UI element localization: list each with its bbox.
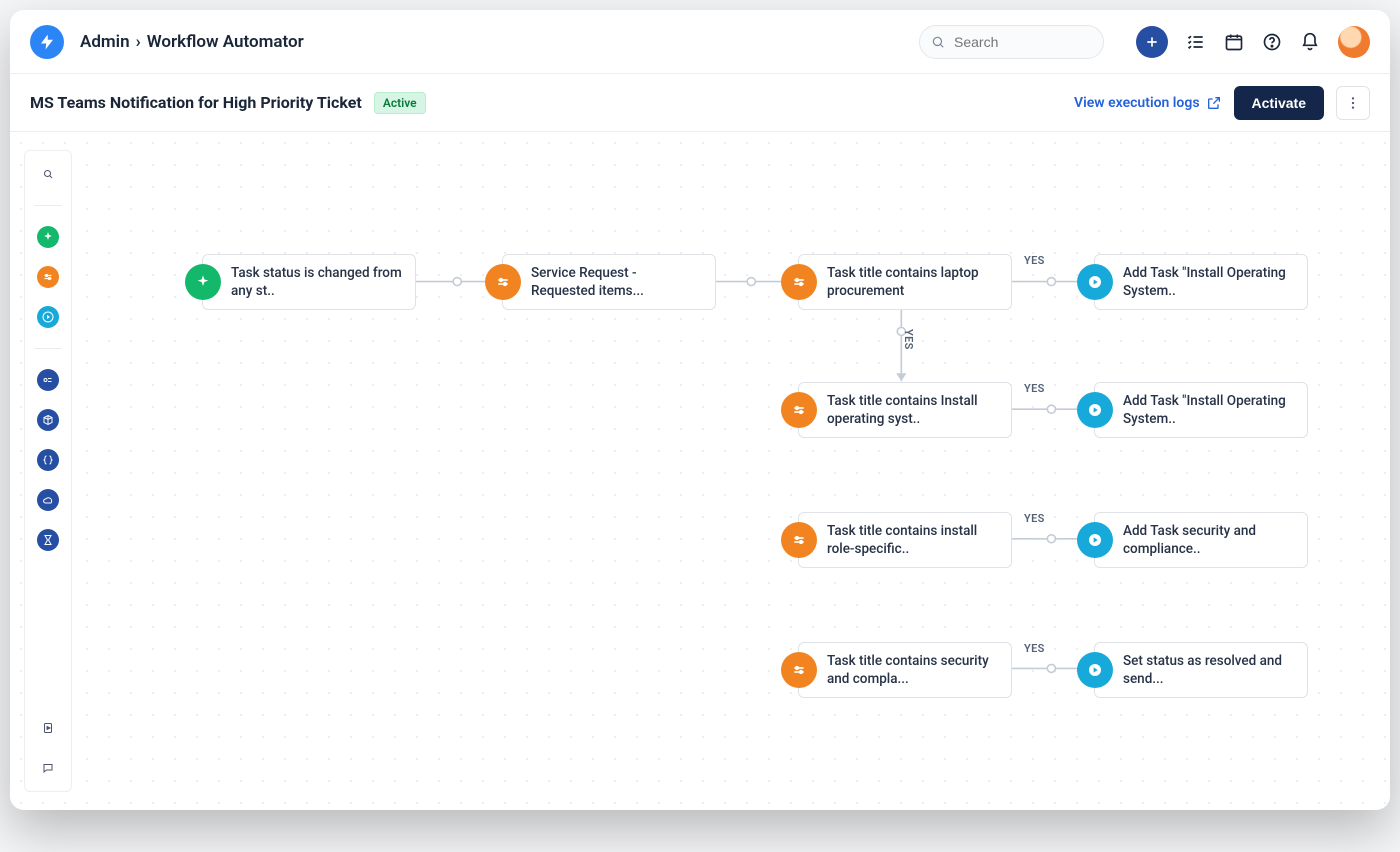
search-input[interactable]	[919, 25, 1104, 59]
node-text: Service Request - Requested items...	[531, 264, 703, 300]
condition-icon	[781, 522, 817, 558]
app-window: Admin › Workflow Automator	[10, 10, 1390, 810]
node-action-resolve-send[interactable]: Set status as resolved and send...	[1094, 642, 1308, 698]
breadcrumb-separator: ›	[136, 32, 141, 52]
workflow-canvas[interactable]: YES YES YES YES YES YES Task status is c…	[72, 132, 1390, 810]
activate-button[interactable]: Activate	[1234, 86, 1324, 120]
rail-chat[interactable]	[37, 757, 59, 779]
form-icon	[42, 374, 54, 386]
edge-label-yes: YES	[902, 329, 915, 350]
edge-label-yes: YES	[1024, 254, 1045, 267]
user-avatar[interactable]	[1338, 26, 1370, 58]
chat-icon	[42, 762, 54, 774]
code-icon	[42, 454, 54, 466]
rail-timer[interactable]	[37, 529, 59, 551]
connectors	[72, 132, 1390, 810]
node-text: Task title contains install role-specifi…	[827, 522, 999, 558]
event-icon	[42, 231, 54, 243]
subheader: MS Teams Notification for High Priority …	[10, 74, 1390, 132]
status-badge: Active	[374, 92, 426, 114]
node-text: Task title contains security and compla.…	[827, 652, 999, 688]
event-icon	[185, 264, 221, 300]
rail-cloud[interactable]	[37, 489, 59, 511]
more-options-button[interactable]	[1336, 86, 1370, 120]
workflow-title: MS Teams Notification for High Priority …	[30, 93, 362, 112]
calendar-icon	[1224, 32, 1244, 52]
action-icon	[1077, 264, 1113, 300]
node-condition-role-specific[interactable]: Task title contains install role-specifi…	[798, 512, 1012, 568]
node-text: Add Task security and compliance..	[1123, 522, 1295, 558]
help-icon	[1262, 32, 1282, 52]
node-action-install-os-2[interactable]: Add Task "Install Operating System..	[1094, 382, 1308, 438]
rail-form[interactable]	[37, 369, 59, 391]
condition-icon	[42, 271, 54, 283]
action-icon	[1077, 652, 1113, 688]
rail-docs[interactable]	[37, 717, 59, 739]
search-icon	[42, 168, 54, 180]
node-text: Add Task "Install Operating System..	[1123, 264, 1295, 300]
node-text: Set status as resolved and send...	[1123, 652, 1295, 688]
object-icon	[42, 414, 54, 426]
topbar: Admin › Workflow Automator	[10, 10, 1390, 74]
help-button[interactable]	[1262, 32, 1282, 52]
node-text: Add Task "Install Operating System..	[1123, 392, 1295, 428]
breadcrumb-page[interactable]: Workflow Automator	[147, 32, 304, 52]
rail-object[interactable]	[37, 409, 59, 431]
view-logs-label: View execution logs	[1074, 95, 1200, 111]
node-action-install-os-1[interactable]: Add Task "Install Operating System..	[1094, 254, 1308, 310]
action-icon	[1077, 392, 1113, 428]
external-link-icon	[1206, 95, 1222, 111]
action-icon	[1077, 522, 1113, 558]
rail-event[interactable]	[37, 226, 59, 248]
edge-label-yes: YES	[1024, 382, 1045, 395]
node-trigger[interactable]: Task status is changed from any st..	[202, 254, 416, 310]
node-text: Task title contains Install operating sy…	[827, 392, 999, 428]
node-text: Task status is changed from any st..	[231, 264, 403, 300]
action-icon	[42, 311, 54, 323]
search-box	[919, 25, 1104, 59]
node-action-security-compliance[interactable]: Add Task security and compliance..	[1094, 512, 1308, 568]
breadcrumb-root[interactable]: Admin	[80, 32, 130, 52]
condition-icon	[781, 264, 817, 300]
node-condition-install-os[interactable]: Task title contains Install operating sy…	[798, 382, 1012, 438]
timer-icon	[42, 534, 54, 546]
rail-action[interactable]	[37, 306, 59, 328]
cloud-icon	[42, 494, 54, 506]
rail-condition[interactable]	[37, 266, 59, 288]
node-condition-service-request[interactable]: Service Request - Requested items...	[502, 254, 716, 310]
docs-icon	[42, 722, 54, 734]
condition-icon	[485, 264, 521, 300]
checklist-button[interactable]	[1186, 32, 1206, 52]
breadcrumb: Admin › Workflow Automator	[80, 32, 304, 52]
node-condition-security-compliance[interactable]: Task title contains security and compla.…	[798, 642, 1012, 698]
add-button[interactable]	[1136, 26, 1168, 58]
condition-icon	[781, 392, 817, 428]
condition-icon	[781, 652, 817, 688]
canvas-area: YES YES YES YES YES YES Task status is c…	[10, 132, 1390, 810]
calendar-button[interactable]	[1224, 32, 1244, 52]
tool-rail	[24, 150, 72, 792]
checklist-icon	[1186, 32, 1206, 52]
notifications-button[interactable]	[1300, 32, 1320, 52]
rail-search[interactable]	[37, 163, 59, 185]
edge-label-yes: YES	[1024, 512, 1045, 525]
bell-icon	[1300, 32, 1320, 52]
rail-code[interactable]	[37, 449, 59, 471]
view-execution-logs-link[interactable]: View execution logs	[1074, 95, 1222, 111]
kebab-icon	[1345, 95, 1361, 111]
plus-icon	[1144, 34, 1160, 50]
node-text: Task title contains laptop procurement	[827, 264, 999, 300]
node-condition-laptop-procurement[interactable]: Task title contains laptop procurement	[798, 254, 1012, 310]
app-logo[interactable]	[30, 25, 64, 59]
edge-label-yes: YES	[1024, 642, 1045, 655]
search-icon	[931, 35, 945, 49]
